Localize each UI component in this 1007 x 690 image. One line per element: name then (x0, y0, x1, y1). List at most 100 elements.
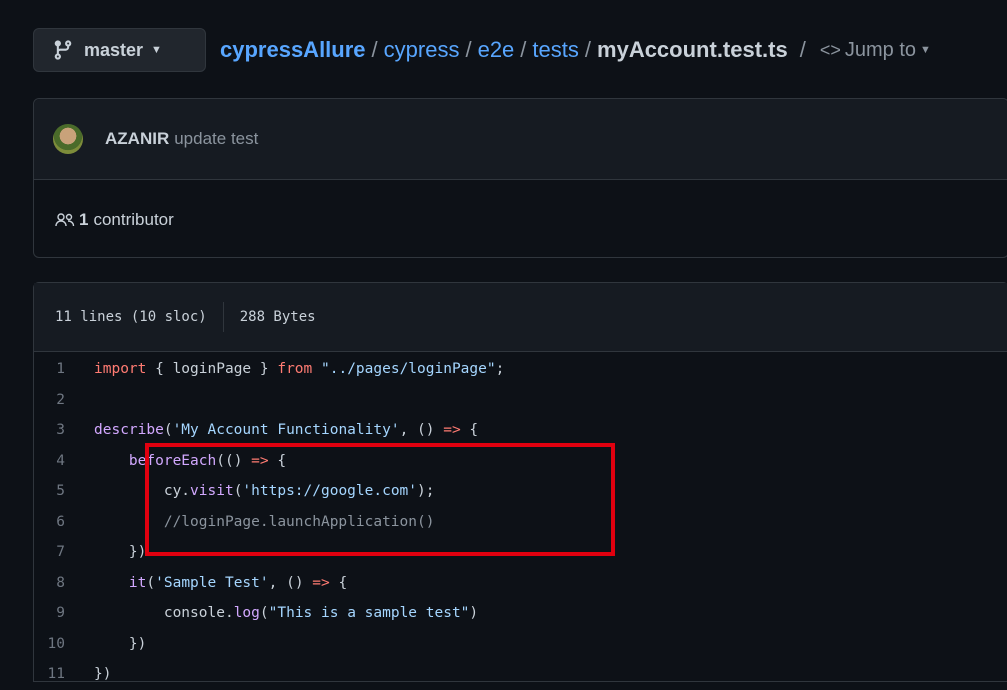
code-content: //loginPage.launchApplication() (94, 513, 435, 530)
breadcrumb-link-cypress[interactable]: cypress (384, 37, 460, 63)
breadcrumb-link-tests[interactable]: tests (532, 37, 578, 63)
breadcrumb-separator: / (520, 37, 527, 62)
code-content: import { loginPage } from "../pages/logi… (94, 361, 504, 377)
commit-message-link[interactable]: update test (174, 129, 258, 149)
contributor-count: 1 (79, 209, 89, 229)
line-number[interactable]: 11 (34, 666, 94, 682)
branch-select-button[interactable]: master ▼ (33, 28, 206, 72)
code-token: }) (94, 635, 147, 652)
code-token: "This is a sample test" (268, 605, 470, 622)
code-content: describe('My Account Functionality', () … (94, 422, 478, 438)
line-number[interactable]: 3 (34, 422, 94, 438)
code-token: import (94, 361, 147, 378)
breadcrumb-separator: / (371, 37, 378, 62)
code-token: { (329, 574, 348, 591)
code-line: 5 cy.visit('https://google.com'); (34, 476, 1007, 507)
code-token: , () (399, 422, 444, 439)
breadcrumb: cypressAllure / cypress / e2e / tests / … (220, 37, 931, 63)
git-branch-icon (54, 40, 72, 60)
code-token: ); (417, 483, 435, 500)
code-line: 8 it('Sample Test', () => { (34, 568, 1007, 599)
code-token: ( (146, 574, 156, 591)
branch-label: master (84, 39, 144, 60)
breadcrumb-separator: / (799, 37, 806, 62)
latest-commit-row: AZANIR update test (34, 99, 1007, 180)
jump-to-button[interactable]: <> Jump to ▼ (820, 39, 931, 62)
line-number[interactable]: 8 (34, 575, 94, 591)
code-token: ) (469, 605, 479, 622)
contributors-row[interactable]: 1 contributor (34, 180, 1007, 259)
code-token: beforeEach (128, 452, 217, 469)
code-token: visit (190, 483, 234, 500)
file-info-header: 11 lines (10 sloc) 288 Bytes (34, 283, 1007, 352)
code-token: }) (94, 544, 147, 561)
line-number[interactable]: 6 (34, 514, 94, 530)
code-token: it (128, 574, 147, 591)
code-token: from (277, 361, 313, 378)
code-line: 2 (34, 385, 1007, 416)
code-token: ( (259, 605, 269, 622)
line-number[interactable]: 9 (34, 605, 94, 621)
header-divider (222, 302, 224, 332)
file-navigation: master ▼ cypressAllure / cypress / e2e /… (33, 27, 1007, 73)
avatar[interactable] (53, 124, 83, 154)
code-content: }) (94, 544, 146, 560)
commit-author-link[interactable]: AZANIR (105, 129, 169, 149)
code-token: console. (94, 605, 234, 622)
code-token: }) (94, 666, 112, 683)
line-number[interactable]: 4 (34, 453, 94, 469)
file-viewer: 11 lines (10 sloc) 288 Bytes 1 import { l… (33, 282, 1007, 682)
code-token: describe (94, 422, 164, 439)
line-number[interactable]: 1 (34, 361, 94, 377)
code-line: 10 }) (34, 629, 1007, 660)
breadcrumb-link-e2e[interactable]: e2e (478, 37, 515, 63)
code-token: => (251, 452, 269, 469)
contributor-label: contributor (93, 209, 174, 229)
code-content: cy.visit('https://google.com'); (94, 483, 435, 499)
code-token: 'Sample Test' (155, 574, 269, 591)
code-token: 'My Account Functionality' (172, 422, 400, 439)
line-number[interactable]: 7 (34, 544, 94, 560)
code-token: ; (495, 361, 505, 378)
code-line: 1 import { loginPage } from "../pages/log… (34, 354, 1007, 385)
people-icon (55, 212, 75, 226)
line-number[interactable]: 2 (34, 392, 94, 408)
code-token: ( (163, 422, 173, 439)
commit-info-box: AZANIR update test 1 contributor (33, 98, 1007, 258)
code-line: 6 //loginPage.launchApplication() (34, 507, 1007, 538)
line-number[interactable]: 5 (34, 483, 94, 499)
breadcrumb-repo-link[interactable]: cypressAllure (220, 37, 366, 63)
code-view: 1 import { loginPage } from "../pages/log… (34, 352, 1007, 690)
file-size: 288 Bytes (239, 309, 316, 325)
code-token: { (460, 422, 479, 439)
code-line: 9 console.log("This is a sample test") (34, 598, 1007, 629)
code-token: => (312, 574, 330, 591)
code-content: }) (94, 666, 111, 682)
code-line: 3 describe('My Account Functionality', ()… (34, 415, 1007, 446)
code-content: console.log("This is a sample test") (94, 605, 478, 621)
code-token: (() (216, 452, 252, 469)
code-icon: <> (819, 39, 841, 60)
code-line: 11}) (34, 659, 1007, 690)
code-token: log (233, 605, 260, 622)
chevron-down-icon: ▼ (151, 44, 162, 56)
jump-to-label: Jump to (844, 38, 917, 61)
code-content: it('Sample Test', () => { (94, 575, 347, 591)
breadcrumb-separator: / (465, 37, 472, 62)
chevron-down-icon: ▼ (920, 44, 931, 56)
code-content: }) (94, 636, 146, 652)
code-token: { (268, 452, 287, 469)
code-line: 7 }) (34, 537, 1007, 568)
breadcrumb-separator: / (584, 37, 592, 62)
code-token: cy. (94, 483, 191, 500)
line-number[interactable]: 10 (34, 636, 94, 652)
code-token: => (443, 422, 461, 439)
code-token: , () (268, 574, 313, 591)
code-token: //loginPage.launchApplication() (94, 513, 435, 530)
code-content: beforeEach(() => { (94, 453, 286, 469)
code-token: "../pages/loginPage" (321, 361, 496, 378)
code-token: 'https://google.com' (242, 483, 418, 500)
